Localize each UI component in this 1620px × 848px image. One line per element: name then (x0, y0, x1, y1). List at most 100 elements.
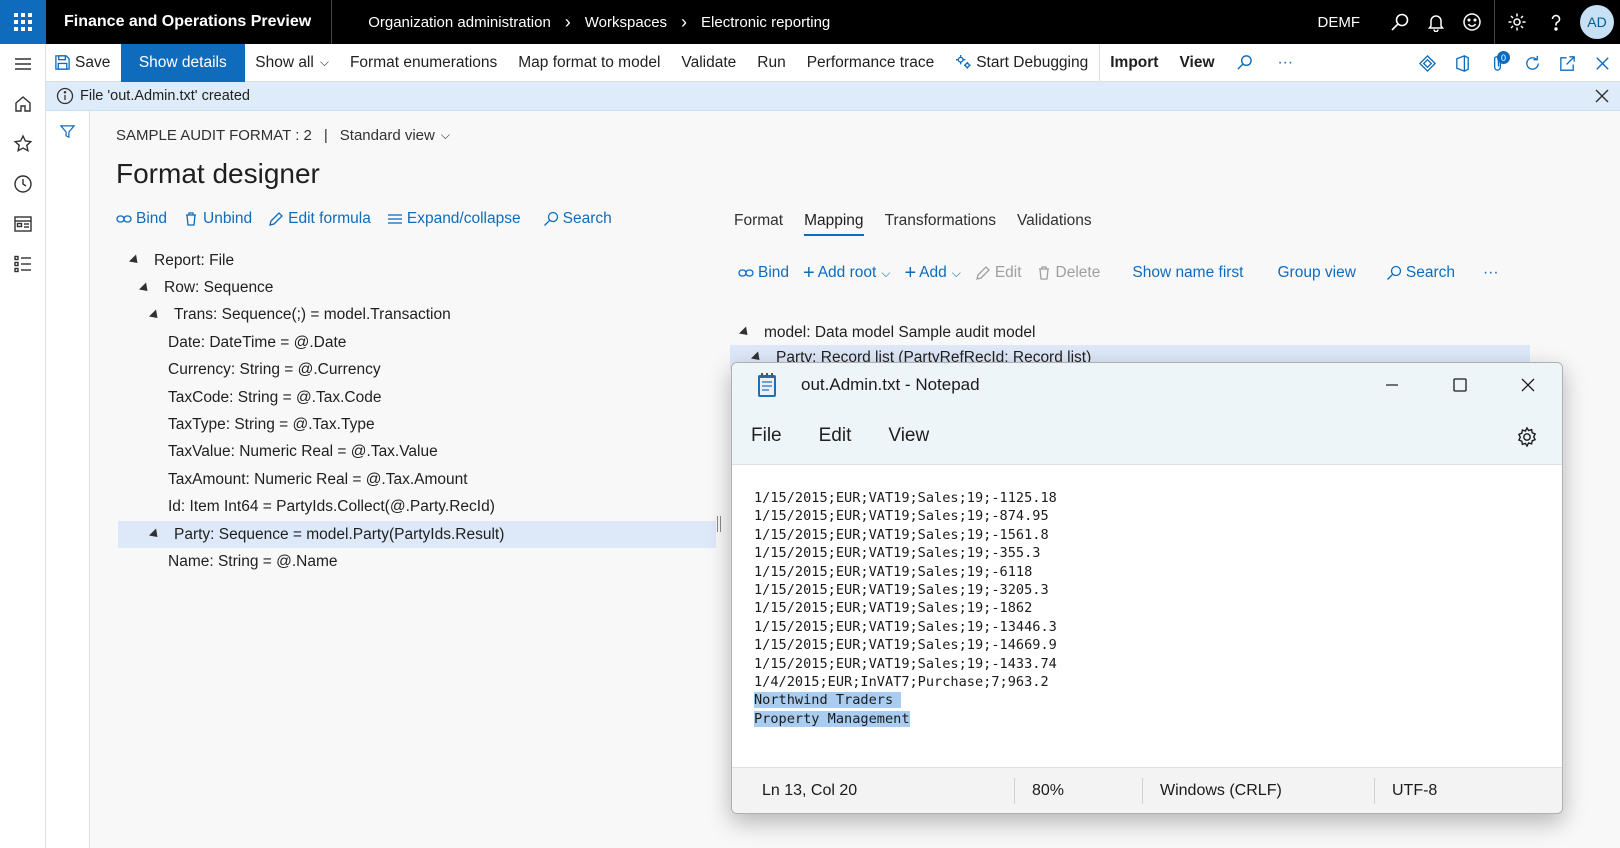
mapping-bind-button[interactable]: Bind (738, 264, 789, 282)
bell-icon[interactable] (1418, 0, 1454, 44)
app-title[interactable]: Finance and Operations Preview (46, 0, 333, 44)
tree-node[interactable]: Name: String = @.Name (130, 548, 716, 575)
tab-validations[interactable]: Validations (1017, 212, 1092, 236)
add-root-button[interactable]: + Add root ⌵ (803, 263, 890, 283)
bind-button[interactable]: Bind (116, 210, 167, 228)
breadcrumb-item-organization-administration[interactable]: Organization administration (368, 14, 551, 31)
delete-button[interactable]: Delete (1036, 264, 1100, 282)
gear-icon[interactable] (1516, 426, 1538, 448)
tree-node-label: TaxValue: Numeric Real = @.Tax.Value (168, 443, 438, 461)
text-line: 1/15/2015;EUR;VAT19;Sales;19;-3205.3 (754, 582, 1049, 599)
star-icon[interactable] (0, 124, 46, 164)
app-launcher-button[interactable] (0, 0, 46, 44)
close-icon[interactable] (1594, 88, 1610, 104)
tree-node[interactable]: TaxCode: String = @.Tax.Code (130, 384, 716, 411)
show-name-first-button[interactable]: Show name first (1132, 264, 1243, 282)
open-in-new-window-icon[interactable] (1550, 44, 1585, 82)
filter-icon[interactable] (59, 123, 76, 140)
chevron-down-icon[interactable]: ⌵ (441, 128, 450, 143)
tab-transformations[interactable]: Transformations (885, 212, 996, 236)
tree-node[interactable]: Date: DateTime = @.Date (130, 329, 716, 356)
tree-node[interactable]: TaxType: String = @.Tax.Type (130, 411, 716, 438)
help-icon[interactable] (1538, 0, 1574, 44)
more-options-button[interactable]: ··· (1267, 44, 1304, 82)
pane-splitter[interactable] (717, 516, 721, 532)
collapse-triangle-icon[interactable] (738, 326, 752, 339)
text-line: 1/15/2015;EUR;VAT19;Sales;19;-874.95 (754, 508, 1049, 525)
tree-node[interactable]: Currency: String = @.Currency (130, 357, 716, 384)
gear-icon[interactable] (1494, 0, 1538, 44)
view-button[interactable]: View (1169, 44, 1225, 82)
hamburger-menu-button[interactable] (0, 44, 46, 84)
expand-collapse-button[interactable]: Expand/collapse (387, 210, 521, 228)
tree-node[interactable]: TaxValue: Numeric Real = @.Tax.Value (130, 439, 716, 466)
view-selector[interactable]: Standard view (340, 127, 435, 144)
menu-view[interactable]: View (888, 425, 929, 447)
breadcrumb-item-workspaces[interactable]: Workspaces (585, 14, 667, 31)
menu-file[interactable]: File (751, 425, 782, 447)
collapse-triangle-icon[interactable] (138, 282, 152, 295)
breadcrumb-item-electronic-reporting[interactable]: Electronic reporting (701, 14, 830, 31)
tree-node[interactable]: Report: File (128, 247, 716, 274)
chevron-right-icon: › (681, 11, 688, 32)
collapse-triangle-icon[interactable] (148, 309, 162, 322)
show-all-button[interactable]: Show all ⌵ (245, 44, 340, 82)
search-options-button[interactable] (1225, 44, 1267, 82)
notepad-titlebar[interactable]: out.Admin.txt - Notepad (732, 363, 1562, 407)
link-icon (116, 215, 132, 223)
workspaces-icon[interactable] (0, 204, 46, 244)
text-line: 1/15/2015;EUR;VAT19;Sales;19;-1862 (754, 600, 1033, 617)
tree-node[interactable]: Trans: Sequence(;) = model.Transaction (130, 302, 716, 329)
group-view-button[interactable]: Group view (1278, 264, 1356, 282)
status-zoom[interactable]: 80% (1014, 777, 1142, 804)
close-window-button[interactable] (1494, 363, 1562, 407)
show-details-button[interactable]: Show details (120, 43, 245, 82)
notepad-text-area[interactable]: 1/15/2015;EUR;VAT19;Sales;19;-1125.18 1/1… (754, 489, 1057, 728)
home-icon[interactable] (0, 84, 46, 124)
company-picker[interactable]: DEMF (1318, 14, 1361, 31)
tab-format[interactable]: Format (734, 212, 783, 236)
modules-list-icon[interactable] (0, 244, 46, 284)
tree-node[interactable]: model: Data model Sample audit model (738, 320, 1530, 345)
tree-node[interactable]: TaxAmount: Numeric Real = @.Tax.Amount (130, 466, 716, 493)
validate-button[interactable]: Validate (671, 44, 747, 82)
mapping-search-button[interactable]: Search (1386, 264, 1455, 282)
add-button[interactable]: + Add ⌵ (904, 263, 960, 283)
search-icon[interactable] (1382, 0, 1418, 44)
search-label: Search (562, 210, 612, 227)
collapse-triangle-icon[interactable] (128, 254, 142, 267)
tab-mapping[interactable]: Mapping (804, 212, 864, 236)
maximize-button[interactable] (1426, 363, 1494, 407)
tree-node-label: TaxCode: String = @.Tax.Code (168, 388, 382, 406)
edit-button[interactable]: Edit (975, 264, 1022, 282)
avatar[interactable]: AD (1580, 5, 1614, 39)
save-button[interactable]: Save (46, 44, 121, 82)
performance-trace-button[interactable]: Performance trace (796, 44, 945, 82)
close-icon[interactable] (1585, 44, 1620, 82)
smiley-icon[interactable] (1454, 0, 1490, 44)
menu-edit[interactable]: Edit (819, 425, 852, 447)
start-debugging-button[interactable]: Start Debugging (945, 44, 1099, 82)
tree-node-selected[interactable]: Party: Sequence = model.Party(PartyIds.R… (118, 520, 716, 549)
tree-node[interactable]: Id: Item Int64 = PartyIds.Collect(@.Part… (130, 494, 716, 521)
unbind-button[interactable]: Unbind (183, 210, 252, 228)
clock-icon[interactable] (0, 164, 46, 204)
collapse-triangle-icon[interactable] (148, 528, 162, 541)
import-button[interactable]: Import (1098, 43, 1169, 82)
top-bar: Finance and Operations Preview Organizat… (0, 0, 1620, 44)
run-button[interactable]: Run (747, 44, 796, 82)
attachment-icon[interactable]: 0 (1480, 44, 1515, 82)
refresh-icon[interactable] (1515, 44, 1550, 82)
map-format-to-model-button[interactable]: Map format to model (508, 44, 671, 82)
office-icon[interactable] (1445, 44, 1480, 82)
add-label: Add (919, 264, 947, 281)
diamond-icon[interactable] (1410, 44, 1445, 82)
close-icon (1521, 378, 1535, 392)
tree-node[interactable]: Row: Sequence (130, 274, 716, 301)
edit-formula-button[interactable]: Edit formula (268, 210, 371, 228)
minimize-button[interactable] (1358, 363, 1426, 407)
mapping-more-button[interactable]: ··· (1483, 264, 1499, 282)
format-enumerations-button[interactable]: Format enumerations (339, 44, 507, 82)
show-all-label: Show all (255, 53, 314, 71)
search-button[interactable]: Search (543, 210, 612, 228)
